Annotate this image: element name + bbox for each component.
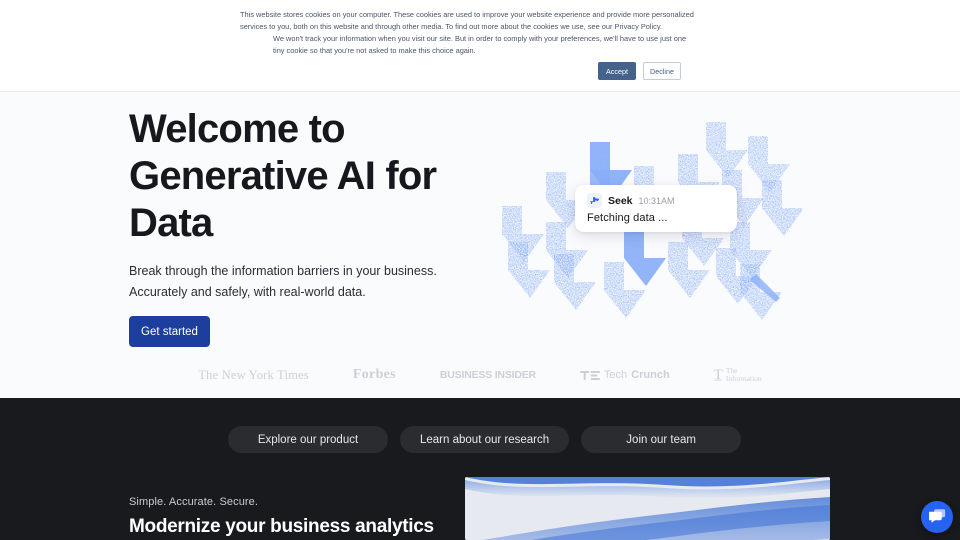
press-logo-row: The New York Times Forbes BUSINESS INSID… [0, 367, 960, 383]
cookie-paragraph-primary: This website stores cookies on your comp… [240, 10, 694, 31]
learn-research-button[interactable]: Learn about our research [400, 426, 570, 453]
seek-timestamp: 10:31AM [638, 195, 675, 206]
hero-subtitle: Break through the information barriers i… [129, 264, 437, 299]
logo-techcrunch: Tech Crunch [580, 369, 670, 381]
section-heading: Modernize your business analytics with [129, 516, 434, 537]
chat-widget-button[interactable] [921, 501, 953, 533]
chat-bubbles-icon [927, 508, 946, 527]
seek-message: Fetching data ... [587, 212, 668, 224]
page-root: Welcome to Generative AI for Data Break … [0, 0, 960, 540]
information-t-mark: T̲ [713, 367, 723, 383]
logo-forbes: Forbes [352, 367, 396, 382]
section-eyebrow: Simple. Accurate. Secure. [129, 496, 259, 508]
logo-new-york-times: The New York Times [198, 367, 309, 382]
cookie-accept-button[interactable]: Accept [598, 62, 636, 80]
logo-business-insider: BUSINESS INSIDER [439, 369, 536, 381]
logo-the-information: T̲ The Information [714, 367, 762, 383]
information-line2: Information [725, 374, 762, 383]
seek-app-name: Seek [608, 194, 633, 207]
page-title: Welcome to Generative AI for Data [129, 107, 437, 245]
quick-links-row: Explore our product Learn about our rese… [228, 426, 742, 453]
cookie-consent-banner: This website stores cookies on your comp… [0, 0, 960, 92]
explore-product-button[interactable]: Explore our product [228, 426, 388, 453]
techcrunch-label-bold: Crunch [631, 369, 670, 381]
join-team-button[interactable]: Join our team [581, 426, 742, 453]
techcrunch-label-light: Tech [603, 369, 628, 381]
techcrunch-mark-icon [580, 370, 600, 380]
faucet-icon [587, 193, 602, 208]
feature-illustration [465, 477, 830, 540]
cookie-actions: Accept Decline [598, 62, 681, 80]
get-started-button[interactable]: Get started [129, 316, 210, 347]
cookie-decline-button[interactable]: Decline [643, 62, 681, 80]
cookie-paragraph-secondary: We won't track your information when you… [273, 34, 687, 55]
seek-notification-card: Seek 10:31AM Fetching data ... [575, 185, 737, 232]
